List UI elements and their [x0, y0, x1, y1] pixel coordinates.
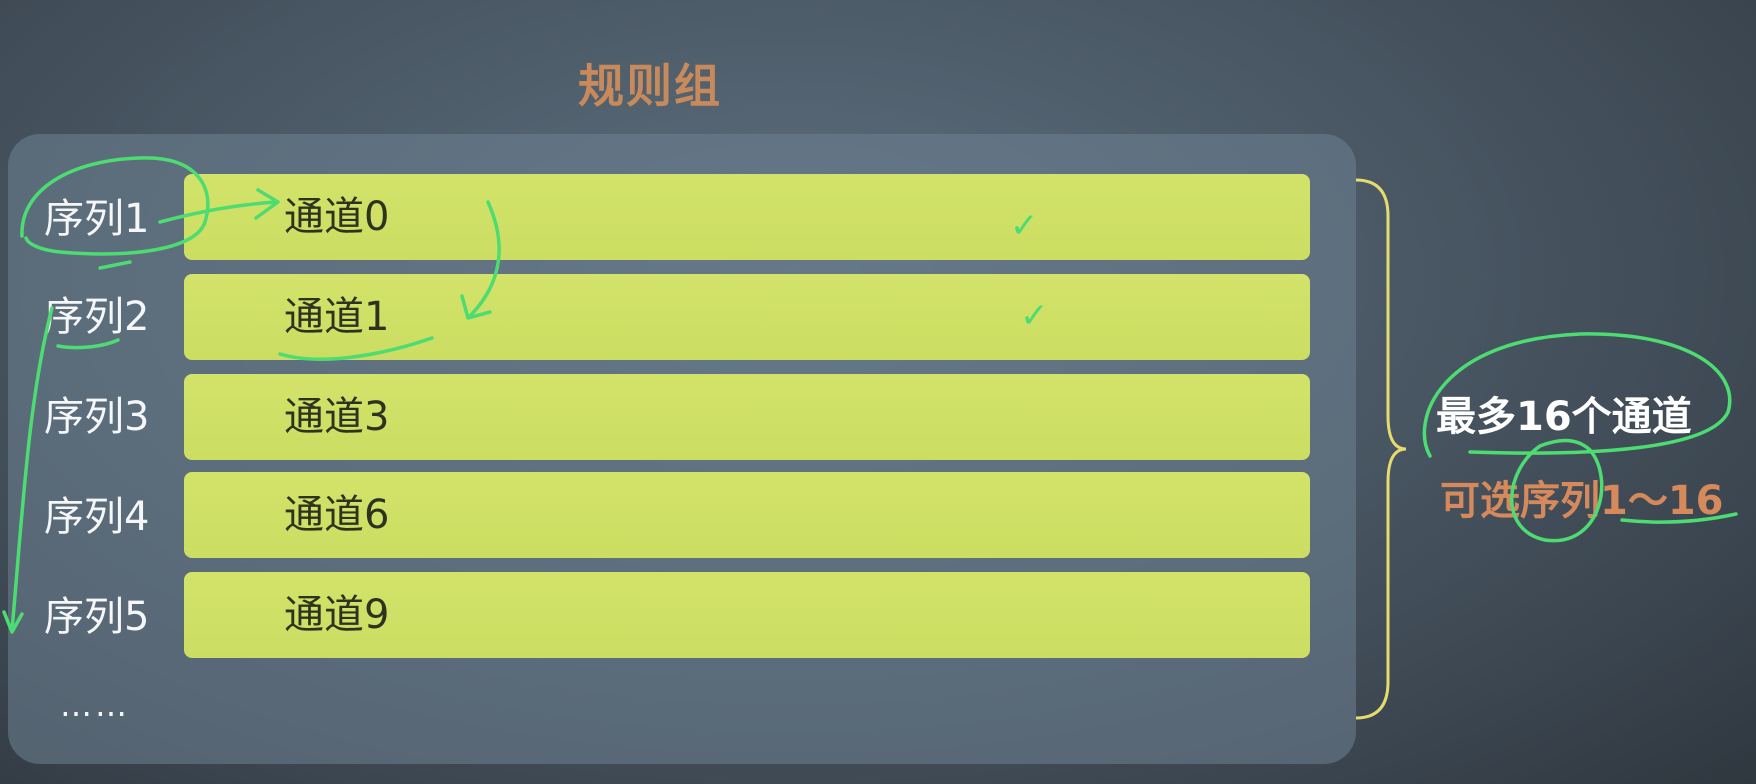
channel-bar-4: 通道6 — [184, 472, 1310, 558]
selectable-sequences-note: 可选序列1～16 — [1440, 478, 1724, 524]
sequence-label-2: 序列2 — [44, 294, 150, 340]
channel-bar-5: 通道9 — [184, 572, 1310, 658]
sequence-label-1: 序列1 — [44, 196, 150, 242]
check-mark-icon: ✓ — [1010, 206, 1039, 246]
channel-label-4: 通道6 — [284, 492, 390, 538]
check-mark-icon: ✓ — [1020, 296, 1049, 336]
channel-label-5: 通道9 — [284, 592, 390, 638]
ellipsis: …… — [60, 686, 130, 724]
channel-bar-2: 通道1 — [184, 274, 1310, 360]
sequence-label-5: 序列5 — [44, 594, 150, 640]
channel-bar-1: 通道0 — [184, 174, 1310, 260]
page-title: 规则组 — [578, 59, 722, 113]
sequence-label-3: 序列3 — [44, 394, 150, 440]
channel-label-2: 通道1 — [284, 294, 390, 340]
channel-label-1: 通道0 — [284, 194, 390, 240]
sequence-label-4: 序列4 — [44, 494, 150, 540]
channel-bar-3: 通道3 — [184, 374, 1310, 460]
curly-brace — [1355, 178, 1407, 720]
channel-label-3: 通道3 — [284, 394, 390, 440]
max-channels-note: 最多16个通道 — [1436, 394, 1692, 440]
